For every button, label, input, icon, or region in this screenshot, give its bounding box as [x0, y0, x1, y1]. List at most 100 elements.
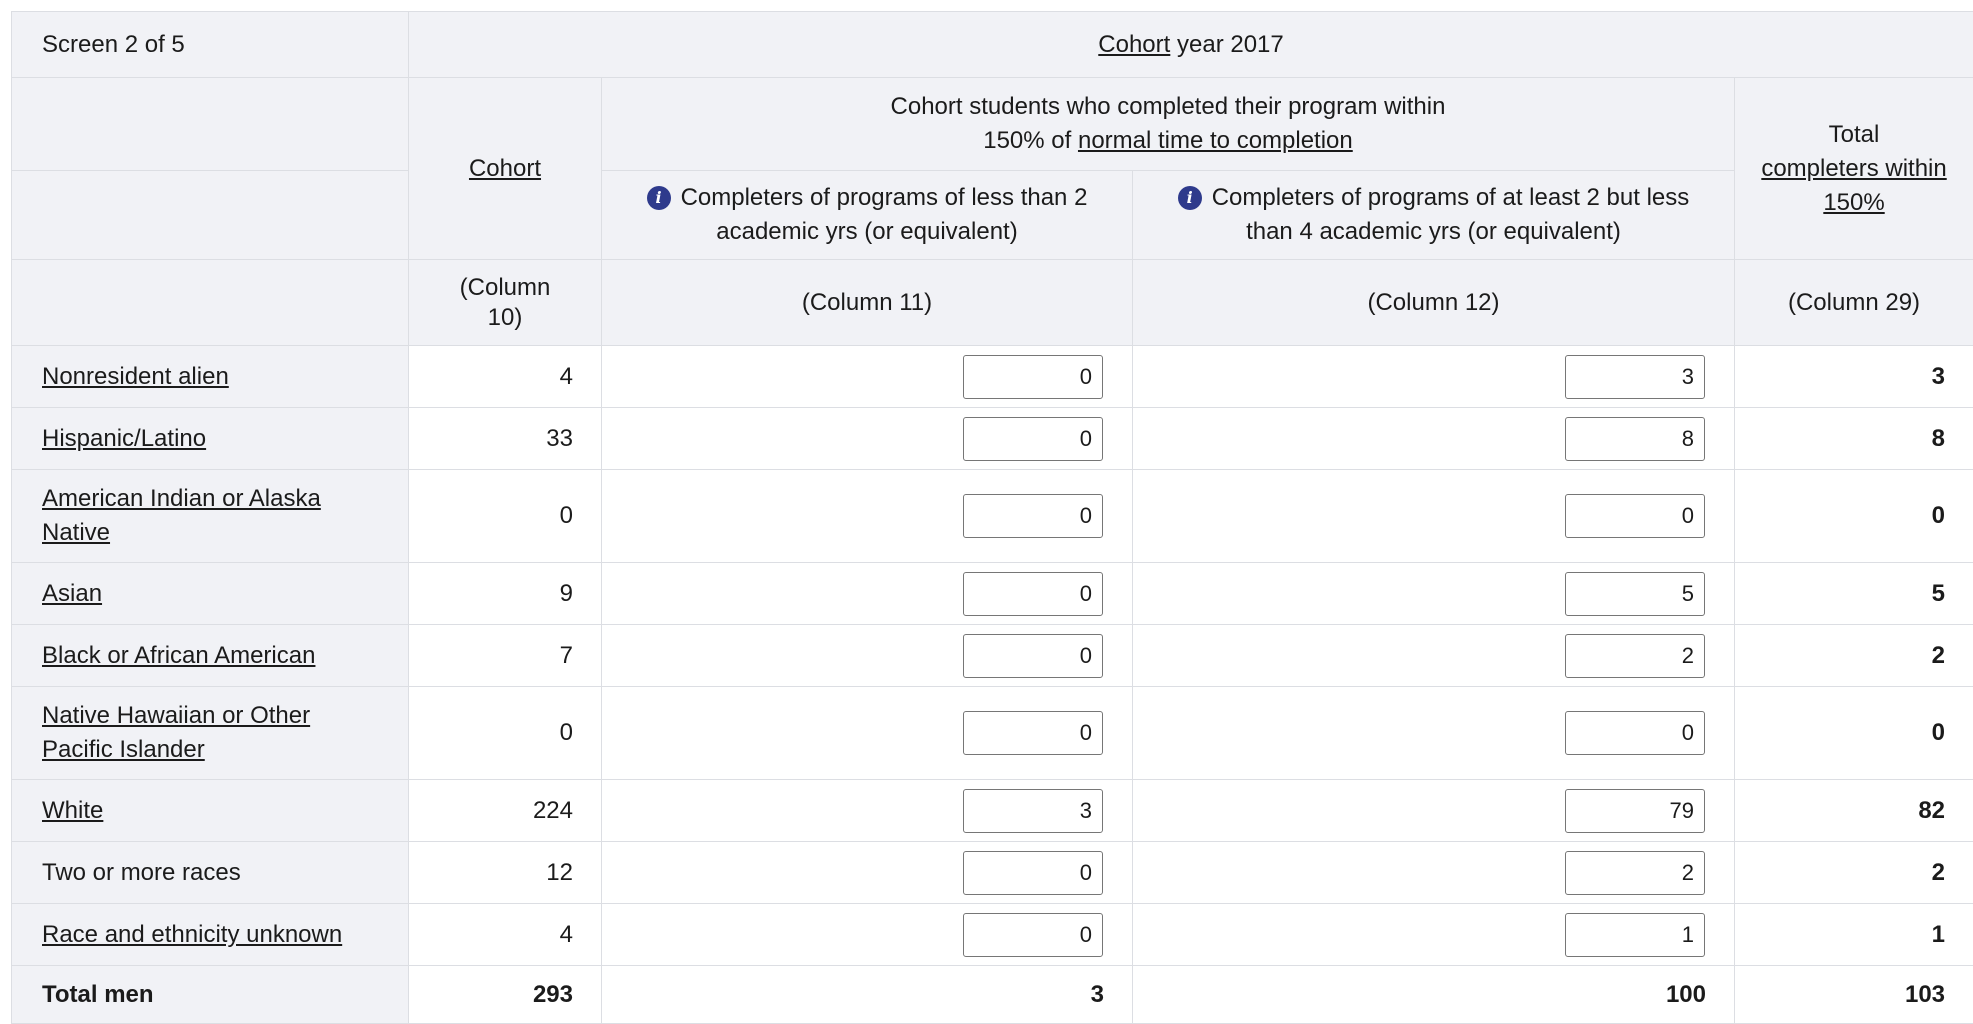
row-label-cell: Asian — [12, 563, 409, 625]
col12-input[interactable] — [1565, 913, 1705, 957]
row-label[interactable]: Hispanic/Latino — [42, 425, 206, 452]
col11-cell — [602, 408, 1133, 470]
col11-cell — [602, 470, 1133, 563]
total-completers-header: Total completers within 150% — [1735, 78, 1973, 260]
info-icon[interactable]: i — [647, 186, 671, 210]
total-completers-value: 0 — [1735, 470, 1973, 563]
cohort-value: 224 — [409, 780, 602, 842]
col12-input[interactable] — [1565, 634, 1705, 678]
normal-time-link[interactable]: normal time to completion — [1078, 127, 1353, 154]
col12-cell — [1133, 780, 1735, 842]
cohort-value: 0 — [409, 687, 602, 780]
row-label[interactable]: Native Hawaiian or Other Pacific Islande… — [42, 702, 310, 763]
column-10-label: (Column 10) — [409, 260, 602, 346]
col12-input[interactable] — [1565, 355, 1705, 399]
col11-cell — [602, 780, 1133, 842]
cohort-value: 0 — [409, 470, 602, 563]
row-label[interactable]: Race and ethnicity unknown — [42, 921, 342, 948]
col12-cell — [1133, 842, 1735, 904]
col11-cell — [602, 346, 1133, 408]
total-col12: 100 — [1133, 966, 1735, 1024]
col12-input[interactable] — [1565, 572, 1705, 616]
row-label: Two or more races — [42, 859, 241, 886]
total-completers-value: 2 — [1735, 625, 1973, 687]
row-label[interactable]: White — [42, 797, 103, 824]
col12-input[interactable] — [1565, 417, 1705, 461]
col12-cell — [1133, 904, 1735, 966]
total-completers-value: 3 — [1735, 346, 1973, 408]
column-12-label: (Column 12) — [1133, 260, 1735, 346]
col12-input[interactable] — [1565, 494, 1705, 538]
row-label-cell: Black or African American — [12, 625, 409, 687]
row-label-cell: American Indian or Alaska Native — [12, 470, 409, 563]
cohort-link[interactable]: Cohort — [1098, 31, 1170, 58]
row-label-cell: Hispanic/Latino — [12, 408, 409, 470]
row-label[interactable]: Nonresident alien — [42, 363, 229, 390]
cohort-value: 4 — [409, 904, 602, 966]
total-completers-value: 2 — [1735, 842, 1973, 904]
col12-input[interactable] — [1565, 711, 1705, 755]
col11-input[interactable] — [963, 851, 1103, 895]
graduation-rates-table: Screen 2 of 5 Cohort year 2017 Cohort Co… — [11, 11, 1973, 1024]
col11-cell — [602, 563, 1133, 625]
table-row: Asian95 — [12, 563, 1973, 625]
total-completers-value: 82 — [1735, 780, 1973, 842]
col11-title: iCompleters of programs of less than 2 a… — [602, 171, 1133, 260]
col11-cell — [602, 842, 1133, 904]
cohort-value: 7 — [409, 625, 602, 687]
total-col29: 103 — [1735, 966, 1973, 1024]
col12-input[interactable] — [1565, 851, 1705, 895]
table-row: Native Hawaiian or Other Pacific Islande… — [12, 687, 1973, 780]
col11-input[interactable] — [963, 572, 1103, 616]
data-rows: Nonresident alien43Hispanic/Latino338Ame… — [12, 346, 1973, 966]
total-col11: 3 — [602, 966, 1133, 1024]
group-header-line1: Cohort students who completed their prog… — [891, 93, 1446, 120]
completed-group-header: Cohort students who completed their prog… — [602, 78, 1735, 171]
col12-cell — [1133, 625, 1735, 687]
total-header-line1: Total — [1829, 121, 1880, 148]
screen-indicator: Screen 2 of 5 — [12, 12, 409, 78]
total-completers-value: 8 — [1735, 408, 1973, 470]
col11-input[interactable] — [963, 417, 1103, 461]
col12-input[interactable] — [1565, 789, 1705, 833]
col11-cell — [602, 625, 1133, 687]
col11-input[interactable] — [963, 634, 1103, 678]
col11-cell — [602, 904, 1133, 966]
total-men-label: Total men — [12, 966, 409, 1024]
col12-cell — [1133, 346, 1735, 408]
row-label-cell: Nonresident alien — [12, 346, 409, 408]
table-row: Race and ethnicity unknown 4 1 — [12, 904, 1973, 966]
cohort-year-header: Cohort year 2017 — [409, 12, 1973, 78]
cohort-year-text: year 2017 — [1170, 31, 1283, 58]
table-row: American Indian or Alaska Native 0 0 — [12, 470, 1973, 563]
table-row: Hispanic/Latino338 — [12, 408, 1973, 470]
column-11-label: (Column 11) — [602, 260, 1133, 346]
row-label[interactable]: American Indian or Alaska Native — [42, 485, 321, 546]
empty-header-cell — [12, 260, 409, 346]
col12-title: iCompleters of programs of at least 2 bu… — [1133, 171, 1735, 260]
table-row: Nonresident alien 4 3 — [12, 346, 1973, 408]
row-label[interactable]: Black or African American — [42, 642, 315, 669]
col11-input[interactable] — [963, 711, 1103, 755]
empty-header-cell — [12, 78, 409, 171]
col11-input[interactable] — [963, 789, 1103, 833]
cohort-column-header: Cohort — [409, 78, 602, 260]
col11-input[interactable] — [963, 494, 1103, 538]
info-icon[interactable]: i — [1178, 186, 1202, 210]
col11-cell — [602, 687, 1133, 780]
row-label[interactable]: Asian — [42, 580, 102, 607]
col11-input[interactable] — [963, 355, 1103, 399]
cohort-value: 9 — [409, 563, 602, 625]
col11-input[interactable] — [963, 913, 1103, 957]
table-row: Black or African American 7 2 — [12, 625, 1973, 687]
total-completers-value: 1 — [1735, 904, 1973, 966]
cohort-header-link[interactable]: Cohort — [469, 155, 541, 182]
col12-cell — [1133, 687, 1735, 780]
cohort-value: 12 — [409, 842, 602, 904]
completers-link[interactable]: completers within 150% — [1761, 155, 1946, 216]
row-label-cell: Native Hawaiian or Other Pacific Islande… — [12, 687, 409, 780]
empty-header-cell — [12, 171, 409, 260]
cohort-value: 4 — [409, 346, 602, 408]
col12-cell — [1133, 563, 1735, 625]
total-cohort: 293 — [409, 966, 602, 1024]
